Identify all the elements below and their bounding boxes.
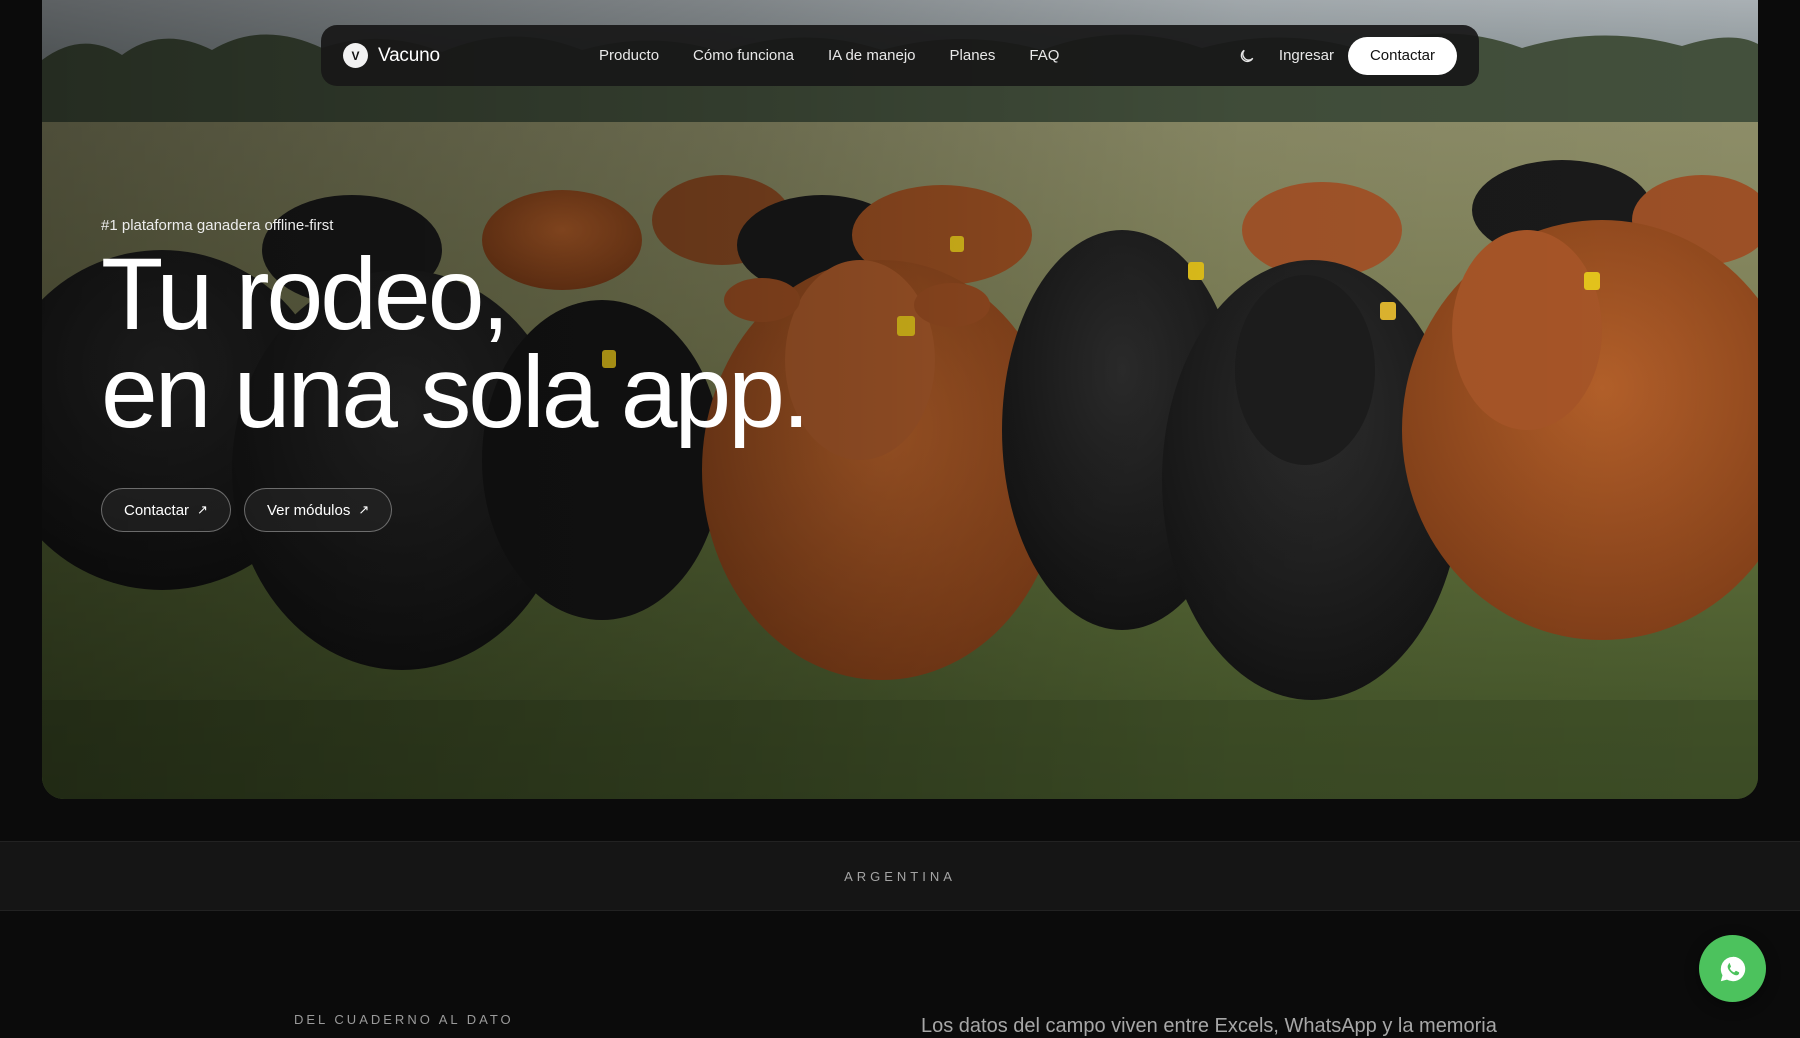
whatsapp-icon — [1720, 956, 1745, 981]
top-navbar: V Vacuno Producto Cómo funciona IA de ma… — [321, 25, 1479, 86]
brand-mark-icon: V — [343, 43, 368, 68]
location-strip: ARGENTINA — [0, 841, 1800, 911]
hero-headline-line2: en una sola app. — [101, 335, 810, 449]
section-intro-text: Los datos del campo viven entre Excels, … — [921, 1015, 1497, 1037]
nav-link-faq[interactable]: FAQ — [1029, 47, 1059, 64]
arrow-up-right-icon: ↗ — [358, 502, 370, 517]
brand-name: Vacuno — [378, 44, 440, 66]
hero-contact-label: Contactar — [124, 501, 190, 519]
hero-modules-label: Ver módulos — [266, 501, 351, 519]
nav-link-como-funciona[interactable]: Cómo funciona — [693, 47, 794, 64]
nav-link-ia-de-manejo[interactable]: IA de manejo — [828, 47, 916, 64]
login-link[interactable]: Ingresar — [1279, 47, 1334, 64]
hero-headline-line1: Tu rodeo, — [101, 237, 510, 351]
brand-logo[interactable]: V Vacuno — [343, 43, 440, 68]
nav-actions: Ingresar Contactar — [1237, 25, 1457, 86]
moon-icon[interactable] — [1237, 46, 1257, 66]
hero-eyebrow: #1 plataforma ganadera offline-first — [101, 217, 334, 234]
whatsapp-button[interactable] — [1699, 935, 1766, 1002]
section-eyebrow: DEL CUADERNO AL DATO — [294, 1012, 514, 1027]
hero-actions: Contactar ↗ Ver módulos ↗ — [101, 488, 393, 532]
nav-contact-button[interactable]: Contactar — [1347, 36, 1457, 75]
hero-contact-button[interactable]: Contactar ↗ — [101, 488, 231, 532]
nav-link-producto[interactable]: Producto — [599, 47, 659, 64]
hero-headline: Tu rodeo, en una sola app. — [101, 243, 810, 443]
location-label: ARGENTINA — [844, 868, 956, 884]
arrow-up-right-icon: ↗ — [197, 502, 208, 517]
nav-links: Producto Cómo funciona IA de manejo Plan… — [599, 25, 1059, 86]
hero-modules-button[interactable]: Ver módulos ↗ — [243, 488, 393, 532]
nav-link-planes[interactable]: Planes — [950, 47, 996, 64]
